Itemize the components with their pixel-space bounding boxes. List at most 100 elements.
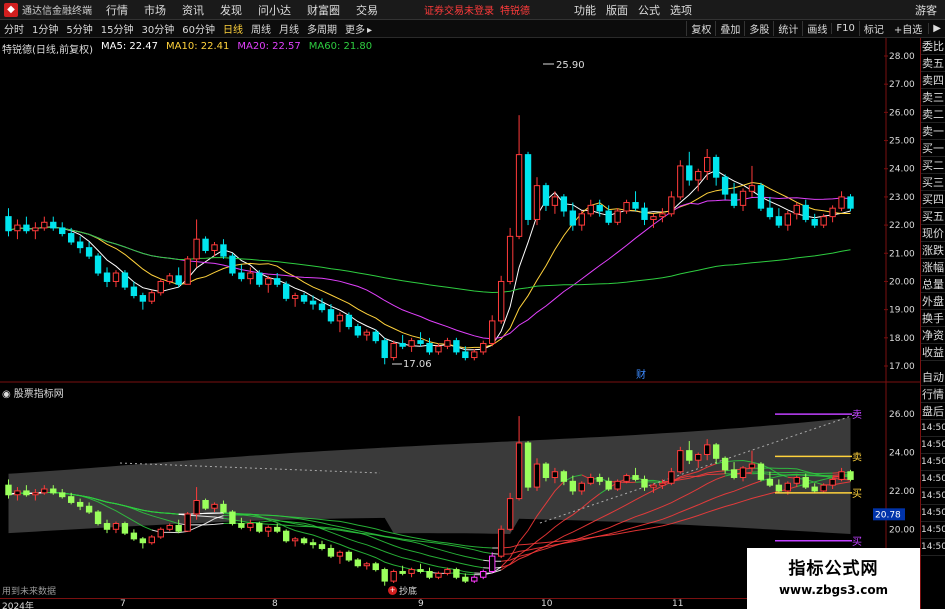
panel-tab[interactable]: 盘后 — [921, 403, 945, 420]
price-tick-label: 17.00 — [889, 362, 915, 372]
login-status[interactable]: 证券交易未登录 — [424, 2, 494, 17]
candle — [5, 208, 12, 237]
price-tick-label: 18.00 — [889, 334, 915, 344]
chart-title-line: 特锐德(日线,前复权) MA5: 22.47 MA10: 22.41 MA20:… — [2, 41, 380, 56]
app-logo-icon: ◆ — [4, 2, 18, 17]
indicator-candle — [291, 536, 299, 547]
menu-market[interactable]: 市场 — [144, 2, 166, 18]
candle — [139, 292, 147, 310]
panel-item: 净资 — [921, 329, 945, 344]
trade-time: 14:50 — [921, 437, 945, 454]
overlay-button[interactable]: 叠加 — [715, 21, 744, 36]
indicator-candle — [309, 538, 317, 549]
buy-signal-text: 抄底 — [399, 587, 418, 597]
menu-layout[interactable]: 版面 — [606, 2, 628, 18]
ma5-line — [8, 169, 851, 351]
indicator-candle — [112, 521, 120, 534]
candle — [739, 188, 747, 211]
period-more[interactable]: 更多 ▸ — [341, 21, 376, 36]
panel-item: 卖五 — [921, 57, 945, 72]
period-timeshare[interactable]: 分时 — [0, 21, 28, 36]
period-weekly[interactable]: 周线 — [247, 21, 275, 36]
fan-line — [447, 572, 475, 576]
candle — [793, 202, 800, 220]
finance-marker[interactable]: 财 — [636, 368, 646, 381]
candle — [184, 256, 191, 285]
stats-button[interactable]: 统计 — [773, 21, 802, 36]
period-more-label: 更多 — [344, 25, 365, 36]
menu-function[interactable]: 功能 — [574, 2, 596, 18]
period-multi[interactable]: 多周期 — [303, 21, 341, 36]
menu-options[interactable]: 选项 — [670, 2, 692, 18]
indicator-toggle-icon[interactable]: ◉ — [2, 389, 11, 400]
f10-button[interactable]: F10 — [831, 23, 858, 34]
candle — [838, 191, 845, 211]
trade-time: 14:50 — [921, 420, 945, 437]
price-tick-label: 25.00 — [889, 137, 915, 147]
fan-line — [474, 569, 502, 574]
candle — [408, 337, 415, 352]
add-watchlist-button[interactable]: +自选 — [888, 21, 928, 36]
panel-tab[interactable]: 行情 — [921, 386, 945, 403]
trade-time: 14:50 — [921, 471, 945, 488]
indicator-tick-label: 26.00 — [889, 410, 915, 420]
expand-panel-icon[interactable]: ▶ — [928, 23, 945, 34]
adjust-button[interactable]: 复权 — [686, 21, 715, 36]
candle — [345, 312, 353, 330]
indicator-candle — [318, 540, 326, 551]
indicator-candle — [623, 473, 630, 484]
menu-news[interactable]: 资讯 — [182, 2, 204, 18]
menu-quotes[interactable]: 行情 — [106, 2, 128, 18]
trade-time: 14:50 — [921, 454, 945, 471]
watermark: 指标公式网 www.zbgs3.com — [747, 548, 920, 609]
period-60min[interactable]: 60分钟 — [178, 21, 219, 36]
indicator-candle — [363, 561, 370, 570]
kline-chart[interactable]: 28.00 27.00 26.00 25.00 24.00 23.00 22.00 21.00… — [0, 38, 920, 383]
menu-discover[interactable]: 发现 — [220, 2, 242, 18]
candle — [238, 264, 245, 282]
draw-line-button[interactable]: 画线 — [802, 21, 831, 36]
candle — [336, 312, 344, 333]
period-30min[interactable]: 30分钟 — [137, 21, 178, 36]
period-5min[interactable]: 5分钟 — [62, 21, 96, 36]
menu-ask[interactable]: 问小达 — [258, 2, 291, 18]
menu-trade[interactable]: 交易 — [356, 2, 378, 18]
panel-item: 卖二 — [921, 108, 945, 123]
period-15min[interactable]: 15分钟 — [97, 21, 138, 36]
candle — [202, 236, 209, 254]
panel-item: 涨跌 — [921, 244, 945, 259]
panel-tab[interactable]: 自动 — [921, 369, 945, 386]
candle — [515, 115, 523, 240]
trade-time: 14:50 — [921, 539, 945, 556]
panel-item: 卖一 — [921, 125, 945, 140]
period-1min[interactable]: 1分钟 — [28, 21, 62, 36]
candle — [148, 289, 155, 304]
price-tick-label: 28.00 — [889, 52, 915, 62]
guest-user[interactable]: 游客 — [915, 2, 937, 18]
quote-side-panel: 委比 卖五 卖四 卖三 卖二 卖一 买一 买二 买三 买四 买五 现价 涨跌 涨幅 总量 外盘 换手 净资 收益 自… — [920, 38, 945, 609]
period-daily[interactable]: 日线 — [219, 21, 247, 36]
candle — [802, 199, 809, 223]
multi-stock-button[interactable]: 多股 — [744, 21, 773, 36]
indicator-candle — [184, 512, 191, 532]
candle — [282, 281, 290, 302]
buy-signal-icon: + — [388, 586, 397, 595]
candle — [300, 292, 308, 304]
menu-formula[interactable]: 公式 — [638, 2, 660, 18]
menu-wealth[interactable]: 财富圈 — [307, 2, 340, 18]
indicator-candle — [480, 569, 487, 580]
indicator-candle — [524, 441, 532, 491]
candle — [641, 202, 648, 226]
candle — [677, 160, 684, 200]
indicator-candle — [148, 535, 155, 545]
candle — [560, 194, 568, 217]
mark-button[interactable]: 标记 — [858, 21, 888, 36]
price-tick-label: 23.00 — [889, 193, 915, 203]
ma20-line — [8, 196, 851, 340]
panel-item: 卖四 — [921, 74, 945, 89]
period-monthly[interactable]: 月线 — [275, 21, 303, 36]
indicator-candle — [489, 552, 496, 574]
indicator-tick-label: 22.00 — [889, 487, 915, 497]
candle — [229, 253, 236, 276]
watermark-url: www.zbgs3.com — [778, 583, 889, 597]
